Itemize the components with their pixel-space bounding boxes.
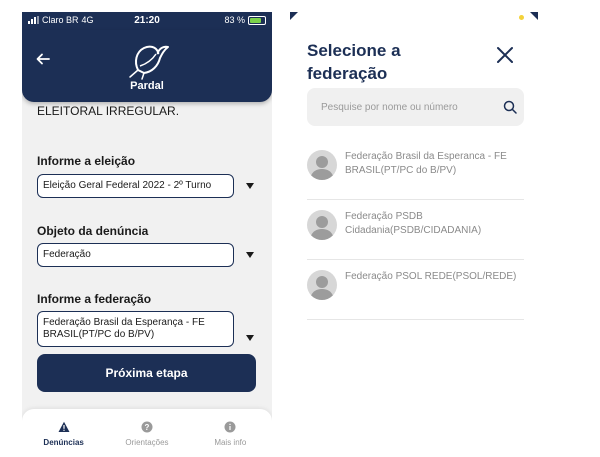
battery-level: 83 %	[224, 15, 245, 25]
federation-picker-modal: Selecione a federação Federação Brasil d…	[290, 12, 538, 457]
screen-corner	[290, 12, 298, 20]
bird-icon	[129, 45, 169, 80]
search-icon[interactable]	[503, 100, 517, 114]
chevron-down-icon[interactable]	[246, 335, 254, 341]
chevron-down-icon[interactable]	[246, 183, 254, 189]
federation-select[interactable]: Federação Brasil da Esperança - FE BRASI…	[37, 311, 234, 347]
app-header: Pardal	[22, 30, 272, 102]
modal-title: Selecione a federação	[307, 41, 401, 83]
close-button[interactable]	[496, 46, 516, 66]
federation-name: Federação PSDB Cidadania(PSDB/CIDADANIA)	[345, 211, 482, 236]
list-item[interactable]: Federação PSOL REDE(PSOL/REDE)	[307, 260, 524, 320]
arrow-left-icon	[36, 53, 50, 65]
search-box	[307, 88, 524, 126]
tab-orientacoes[interactable]: ? Orientações	[105, 409, 188, 457]
federation-list: Federação Brasil da Esperanca - FE BRASI…	[307, 140, 524, 320]
tab-label: Orientações	[125, 438, 169, 447]
tab-denuncias[interactable]: Denúncias	[22, 409, 105, 457]
close-icon	[497, 47, 513, 63]
avatar	[307, 150, 337, 180]
avatar	[307, 210, 337, 240]
list-item[interactable]: Federação PSDB Cidadania(PSDB/CIDADANIA)	[307, 200, 524, 260]
report-form: a sua denúncia de PROPAGANDA ELEITORAL I…	[22, 90, 272, 420]
back-button[interactable]	[36, 52, 56, 72]
tab-label: Mais info	[214, 438, 247, 447]
tab-mais-info[interactable]: Mais info	[189, 409, 272, 457]
form-screen: Claro BR 4G 21:20 83 % Pardal a sua denú…	[22, 12, 272, 457]
election-select[interactable]: Eleição Geral Federal 2022 - 2º Turno	[37, 174, 234, 198]
bottom-tab-bar: Denúncias ? Orientações Mais info	[22, 409, 272, 457]
status-dot	[519, 15, 524, 20]
info-icon	[224, 421, 236, 433]
federation-label: Informe a federação	[37, 292, 152, 306]
federation-name: Federação Brasil da Esperanca - FE BRASI…	[345, 151, 507, 176]
federation-name: Federação PSOL REDE(PSOL/REDE)	[345, 271, 517, 282]
user-icon	[310, 276, 334, 300]
screen-corner	[530, 12, 538, 20]
warning-icon	[58, 421, 70, 432]
object-label: Objeto da denúncia	[37, 224, 149, 238]
avatar	[307, 270, 337, 300]
user-icon	[310, 216, 334, 240]
next-step-button[interactable]: Próxima etapa	[37, 354, 256, 392]
svg-text:?: ?	[145, 423, 150, 432]
search-input[interactable]	[307, 88, 497, 126]
status-bar: Claro BR 4G 21:20 83 %	[22, 12, 272, 30]
election-label: Informe a eleição	[37, 154, 136, 168]
logo-text: Pardal	[130, 80, 164, 92]
help-icon: ?	[141, 421, 153, 433]
battery-indicator: 83 %	[224, 15, 266, 25]
tab-label: Denúncias	[43, 438, 84, 447]
pardal-logo: Pardal	[114, 36, 180, 96]
list-item[interactable]: Federação Brasil da Esperanca - FE BRASI…	[307, 140, 524, 200]
object-select[interactable]: Federação	[37, 243, 234, 267]
user-icon	[310, 156, 334, 180]
battery-icon	[248, 15, 266, 25]
chevron-down-icon[interactable]	[246, 252, 254, 258]
